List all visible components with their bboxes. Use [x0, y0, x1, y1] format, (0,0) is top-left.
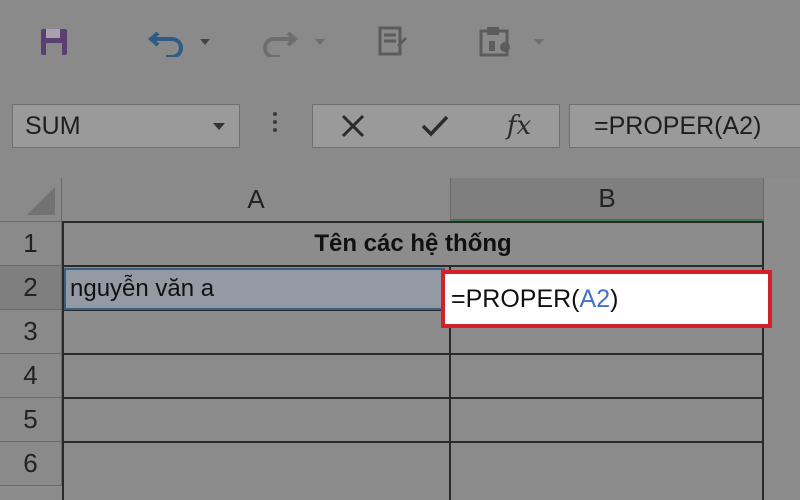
- undo-dropdown-icon[interactable]: [196, 20, 214, 64]
- cell-b2-suffix: ): [610, 284, 619, 313]
- name-box[interactable]: SUM: [12, 104, 240, 148]
- select-all-corner[interactable]: [0, 178, 62, 222]
- name-box-value: SUM: [25, 111, 81, 140]
- row-header-5[interactable]: 5: [0, 398, 62, 442]
- sheet-tools-dropdown-icon[interactable]: [530, 20, 548, 64]
- enter-check-icon[interactable]: [405, 105, 465, 147]
- sheet-tools-icon[interactable]: [474, 20, 518, 64]
- splitter-handle-icon[interactable]: [272, 108, 278, 144]
- spreadsheet-grid: A B 1 2 3 4 5 6 Tên các hệ thống nguyễn …: [0, 178, 800, 500]
- row-header-1[interactable]: 1: [0, 222, 62, 266]
- cell-a3[interactable]: [64, 311, 449, 353]
- cell-a4[interactable]: [64, 355, 449, 397]
- redo-dropdown-icon[interactable]: [312, 20, 328, 64]
- cell-b5[interactable]: [451, 399, 762, 441]
- cell-a5[interactable]: [64, 399, 449, 441]
- formula-bar: SUM fx =PROPER(A2): [0, 88, 800, 178]
- cell-b2-ref: A2: [579, 284, 611, 313]
- save-icon[interactable]: [32, 20, 76, 64]
- row-header-6[interactable]: 6: [0, 442, 62, 486]
- row-header-3[interactable]: 3: [0, 310, 62, 354]
- cancel-icon[interactable]: [323, 105, 383, 147]
- column-header-b[interactable]: B: [451, 178, 764, 222]
- column-header-a[interactable]: A: [62, 178, 451, 222]
- formula-text: =PROPER(A2): [594, 111, 762, 140]
- cell-b2-prefix: =PROPER(: [451, 284, 580, 313]
- formula-input[interactable]: =PROPER(A2): [569, 104, 800, 148]
- row-header-2[interactable]: 2: [0, 266, 62, 310]
- formula-buttons: fx: [312, 104, 560, 148]
- fx-icon: fx: [506, 111, 532, 141]
- table-border: [62, 441, 764, 443]
- cell-b2-highlight[interactable]: =PROPER(A2): [441, 270, 772, 328]
- cell-a2[interactable]: nguyễn văn a: [64, 268, 445, 310]
- redo-icon[interactable]: [256, 20, 300, 64]
- form-icon[interactable]: [372, 20, 412, 64]
- insert-function-button[interactable]: fx: [489, 105, 549, 147]
- quick-access-toolbar: [0, 0, 800, 88]
- cell-b4[interactable]: [451, 355, 762, 397]
- merged-title-cell[interactable]: Tên các hệ thống: [62, 222, 764, 266]
- cell-a2-value: nguyễn văn a: [70, 275, 215, 302]
- row-header-4[interactable]: 4: [0, 354, 62, 398]
- chevron-down-icon[interactable]: [213, 122, 225, 130]
- cell-b2[interactable]: =PROPER(A2): [451, 279, 761, 319]
- undo-icon[interactable]: [145, 20, 191, 64]
